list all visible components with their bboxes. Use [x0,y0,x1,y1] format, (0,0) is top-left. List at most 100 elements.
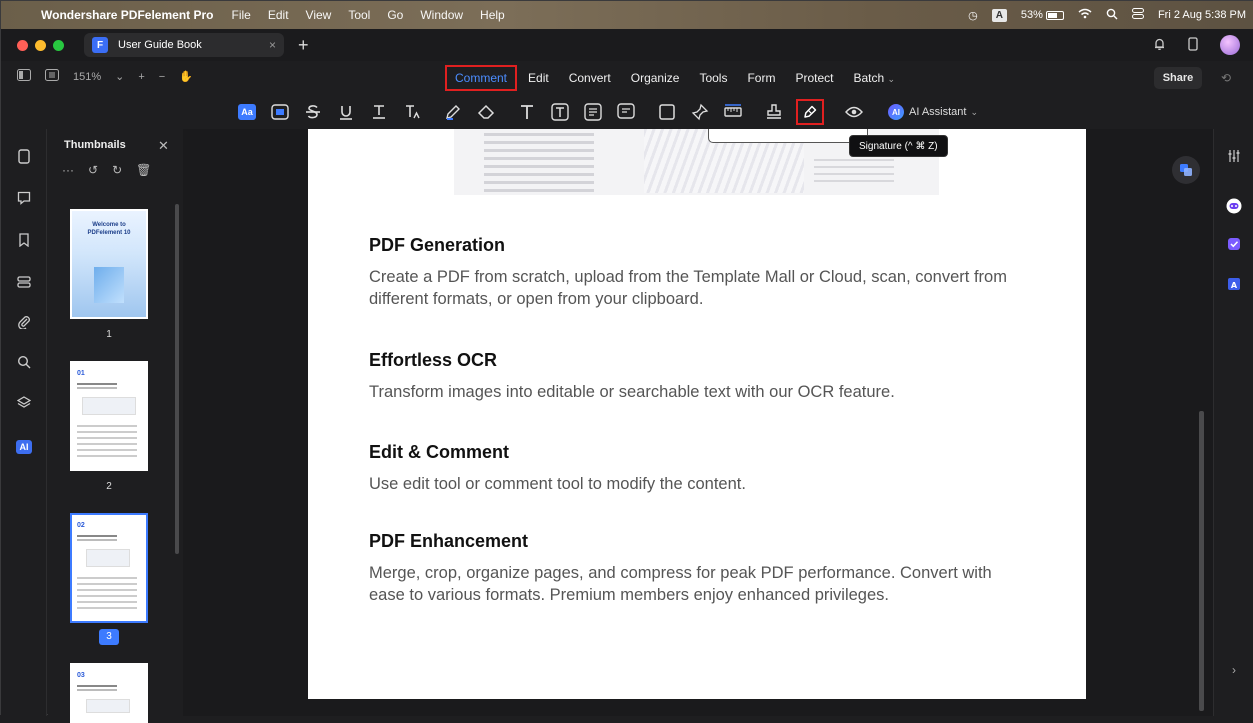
window-controls [17,39,64,51]
document-scrollbar[interactable] [1199,411,1204,711]
comment-toolbar: Aa AI AI Assistant ⌄ [1,95,1253,129]
tab-form[interactable]: Form [738,66,784,90]
thumbnail-page-4[interactable]: 03 [70,663,148,723]
tab-tools[interactable]: Tools [690,66,736,90]
caret-tool[interactable] [401,101,423,123]
sticky-note-icon [617,103,635,119]
menu-edit[interactable]: Edit [268,8,289,22]
menu-file[interactable]: File [232,8,251,22]
text-box-tool[interactable] [549,101,571,123]
chevron-down-icon: ⌄ [970,106,979,117]
close-panel-icon[interactable]: ✕ [158,138,169,154]
squiggly-tool[interactable] [368,101,390,123]
section-effortless-ocr: Effortless OCR Transform images into edi… [369,350,1009,403]
thumbnails-scrollbar[interactable] [175,204,179,554]
spotlight-search-icon[interactable] [1106,8,1118,23]
clock-status-icon[interactable]: ◷ [968,9,978,22]
chat-bot-icon[interactable] [1225,197,1243,215]
wifi-icon[interactable] [1078,8,1092,22]
properties-sliders-icon[interactable] [1225,147,1243,165]
thumbnail-heading: 02 [77,522,85,529]
area-highlight-tool[interactable] [269,101,291,123]
zoom-in-icon[interactable]: + [138,71,144,83]
tab-batch[interactable]: Batch ⌄ [844,66,904,90]
pin-icon [691,103,709,121]
battery-percent: 53% [1020,9,1043,21]
app-name-menu[interactable]: Wondershare PDFelement Pro [41,8,214,22]
control-center-icon[interactable] [1131,8,1144,22]
sidebar-toggle-icon[interactable] [17,69,31,84]
ai-tools-icon[interactable] [1225,235,1243,253]
menu-view[interactable]: View [306,8,332,22]
underline-tool[interactable] [335,101,357,123]
zoom-window-button[interactable] [53,39,64,51]
new-tab-button[interactable]: + [298,35,309,56]
text-tool[interactable] [516,101,538,123]
share-button[interactable]: Share [1154,67,1202,89]
tab-comment[interactable]: Comment [445,65,518,91]
sync-icon[interactable]: ⟲ [1221,71,1231,85]
expand-panel-chevron-icon[interactable]: › [1225,661,1243,679]
comments-panel-icon[interactable] [15,189,33,207]
close-window-button[interactable] [17,39,28,51]
menu-tool[interactable]: Tool [348,8,370,22]
menu-go[interactable]: Go [387,8,403,22]
user-avatar[interactable] [1220,35,1240,55]
ai-assistant-button[interactable]: AI AI Assistant ⌄ [888,104,978,120]
tab-organize[interactable]: Organize [622,66,689,90]
menu-help[interactable]: Help [480,8,505,22]
thumbnails-panel-icon[interactable] [15,147,33,165]
bookmark-panel-icon[interactable] [15,231,33,249]
battery-status[interactable]: 53% [1021,9,1064,21]
ai-assistant-label: AI Assistant [909,106,967,118]
zoom-out-icon[interactable]: − [159,71,165,83]
stamp-tool[interactable] [763,101,785,123]
input-source-indicator[interactable]: A [991,8,1007,22]
document-tab[interactable]: F User Guide Book × [84,33,284,57]
menubar-datetime[interactable]: Fri 2 Aug 5:38 PM [1158,9,1246,21]
device-icon[interactable] [1188,36,1198,54]
layers-panel-icon[interactable] [15,273,33,291]
hand-tool-icon[interactable]: ✋ [179,70,193,83]
rectangle-shape-tool[interactable] [656,101,678,123]
thumbnail-page-1[interactable]: Welcome to PDFelement 10 [70,209,148,319]
squiggly-icon [373,105,385,119]
main-toolbar: 151% ⌄ + − ✋ Comment Edit Convert Organi… [1,61,1253,95]
minimize-window-button[interactable] [35,39,46,51]
tab-convert[interactable]: Convert [560,66,620,90]
rotate-right-icon[interactable]: ↻ [112,163,122,177]
show-hide-comments-tool[interactable] [843,101,865,123]
window-actions [1153,29,1240,61]
thumbnail-page-3[interactable]: 02 [70,513,148,623]
zoom-level[interactable]: 151% [73,71,101,83]
document-viewer[interactable]: PDF Generation Create a PDF from scratch… [183,129,1213,716]
measure-tool[interactable] [722,101,744,123]
strikethrough-tool[interactable] [302,101,324,123]
thumbnail-actions: ··· ↺ ↻ 🗑 [62,163,151,177]
callout-tool[interactable] [582,101,604,123]
close-tab-icon[interactable]: × [269,38,276,52]
search-panel-icon[interactable] [15,353,33,371]
translate-panel-icon[interactable]: A [1225,275,1243,293]
ai-panel-button[interactable]: AI [15,438,33,456]
more-options-icon[interactable]: ··· [62,163,74,177]
menu-window[interactable]: Window [420,8,463,22]
thumbnail-page-2[interactable]: 01 [70,361,148,471]
eraser-tool[interactable] [475,101,497,123]
rotate-left-icon[interactable]: ↺ [88,163,98,177]
floating-tool-button[interactable] [1172,156,1200,184]
signature-tool[interactable] [796,99,824,125]
zoom-dropdown-chevron-icon[interactable]: ⌄ [115,70,124,83]
sticky-note-tool[interactable] [615,101,637,123]
tab-protect[interactable]: Protect [786,66,842,90]
tab-edit[interactable]: Edit [519,66,558,90]
right-sidebar-rail: A › [1213,129,1253,716]
pencil-tool[interactable] [442,101,464,123]
page-layout-icon[interactable] [45,69,59,84]
delete-page-icon[interactable]: 🗑 [136,163,151,177]
pin-tool[interactable] [689,101,711,123]
notification-bell-icon[interactable] [1153,37,1166,54]
attachment-panel-icon[interactable] [15,313,33,331]
layers-stack-icon[interactable] [15,393,33,411]
text-highlight-tool[interactable]: Aa [236,101,258,123]
